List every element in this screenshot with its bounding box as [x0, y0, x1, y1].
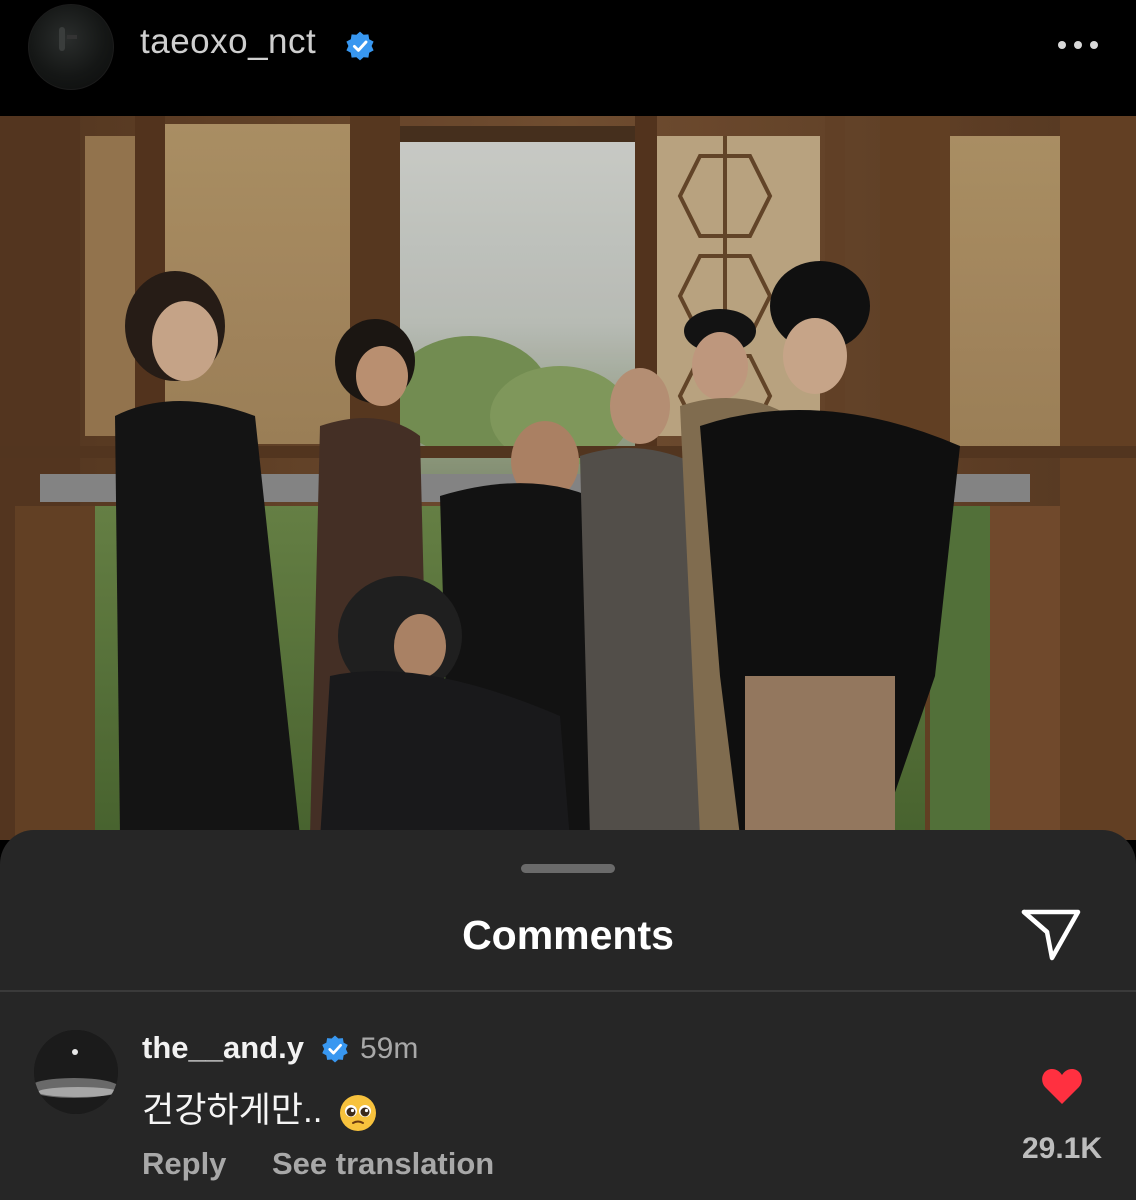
comment-body: 건강하게만..: [142, 1091, 323, 1130]
group-photo-image: [0, 116, 1136, 840]
sheet-divider: [0, 990, 1136, 992]
comment-username[interactable]: the__and.y: [142, 1030, 304, 1066]
verified-badge-icon: [322, 1035, 348, 1063]
comment-timestamp: 59m: [360, 1032, 419, 1065]
heart-filled-icon[interactable]: [1040, 1066, 1084, 1106]
pleading-face-emoji-icon: [340, 1094, 377, 1131]
reply-button[interactable]: Reply: [142, 1146, 226, 1182]
comments-title: Comments: [462, 912, 674, 958]
post-header: taeoxo_nct: [0, 0, 1136, 116]
post-photo[interactable]: [0, 116, 1136, 840]
commenter-avatar[interactable]: [34, 1030, 118, 1114]
verified-badge-icon: [346, 31, 374, 61]
paper-plane-icon[interactable]: [1018, 904, 1084, 964]
profile-avatar[interactable]: [28, 4, 114, 90]
sheet-grabber[interactable]: [521, 864, 615, 873]
comment-like-count: 29.1K: [1021, 1132, 1103, 1165]
more-horizontal-icon[interactable]: [1054, 30, 1102, 58]
see-translation-button[interactable]: See translation: [272, 1146, 494, 1182]
post-username[interactable]: taeoxo_nct: [140, 22, 316, 62]
comments-sheet: Comments the__and.y 59m 건강하게만.. Reply Se…: [0, 830, 1136, 1200]
comment-text: 건강하게만..: [142, 1082, 378, 1133]
